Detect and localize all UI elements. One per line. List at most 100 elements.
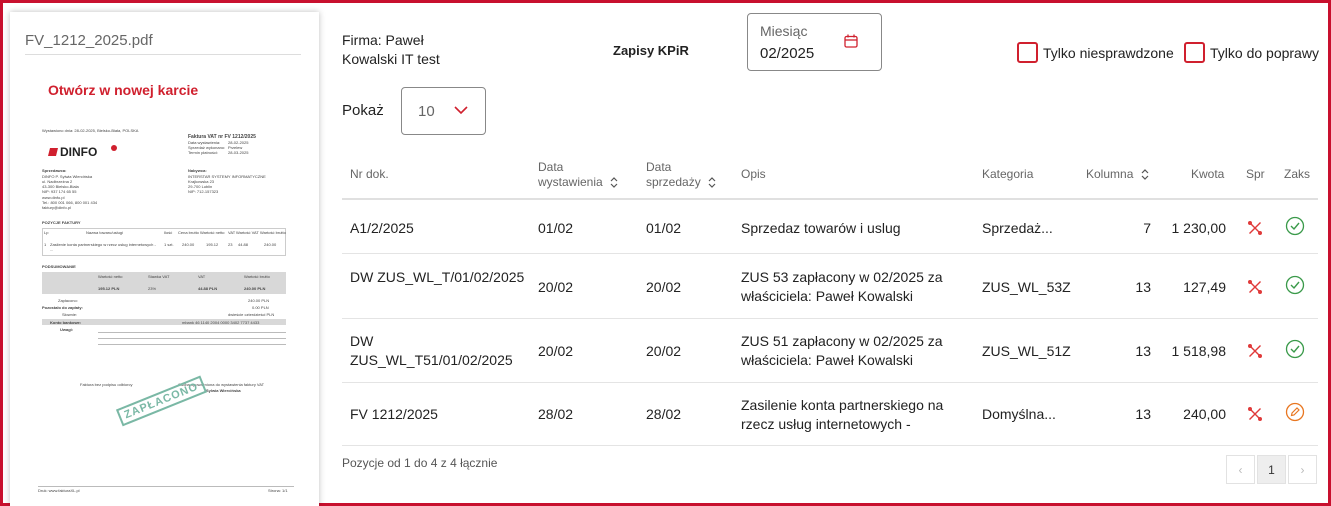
- cell-nr: A1/2/2025: [350, 220, 414, 236]
- doc-summary-val: 240.00 PLN: [244, 286, 266, 291]
- calendar-icon[interactable]: [844, 34, 858, 48]
- filter-to-fix-checkbox[interactable]: Tylko do poprawy: [1184, 42, 1319, 63]
- doc-summary-col: Wartość netto: [98, 274, 123, 279]
- page-title: Zapisy KPiR: [613, 43, 689, 58]
- cell-nr: FV 1212/2025: [350, 406, 438, 422]
- chevron-down-icon: [454, 106, 468, 115]
- cell-amount: 240,00: [1183, 406, 1226, 422]
- cell-nr: DW ZUS_WL_T51/01/02/2025: [350, 333, 513, 368]
- tools-icon[interactable]: [1247, 406, 1263, 422]
- doc-page-left: Druk: www.fakturaXL.pl: [38, 488, 80, 493]
- cell-date-issue: 01/02: [538, 220, 574, 236]
- doc-footer-left: Faktura bez podpisu odbiorcy: [80, 382, 133, 387]
- col-header-column[interactable]: Kolumna: [1086, 167, 1149, 182]
- sort-icon[interactable]: [708, 177, 716, 189]
- doc-date-due: 28-03-2025: [228, 150, 249, 155]
- doc-col: VAT: [228, 230, 236, 235]
- preview-divider: [25, 54, 301, 55]
- doc-cell: 44.88: [238, 242, 249, 247]
- filter-to-fix-label[interactable]: Tylko do poprawy: [1210, 45, 1319, 61]
- doc-summary-val: 195.12 PLN: [98, 286, 120, 291]
- month-picker[interactable]: Miesiąc 02/2025: [747, 13, 882, 71]
- doc-cell: 23: [228, 242, 233, 247]
- row-divider: [342, 318, 1318, 319]
- sort-icon[interactable]: [610, 177, 618, 189]
- pager-prev-button[interactable]: ‹: [1226, 455, 1255, 484]
- doc-cell: 240.00: [182, 242, 195, 247]
- doc-col: Lp: [44, 230, 49, 235]
- dinfo-logo: DINFO: [48, 144, 118, 160]
- cell-category: ZUS_WL_51Z: [982, 343, 1071, 359]
- doc-cell: 240.00: [264, 242, 277, 247]
- filter-unchecked-label[interactable]: Tylko niesprawdzone: [1043, 45, 1174, 61]
- doc-summary-col: Stawka VAT: [148, 274, 170, 279]
- checkbox-box[interactable]: [1017, 42, 1038, 63]
- svg-text:DINFO: DINFO: [60, 145, 97, 159]
- row-divider: [342, 253, 1318, 254]
- doc-remaining-label: Pozostało do zapłaty:: [42, 305, 83, 310]
- cell-category: Sprzedaż...: [982, 220, 1053, 236]
- doc-words: dwieście czterdzieści PLN: [228, 312, 275, 317]
- cell-date-issue: 20/02: [538, 343, 574, 359]
- check-circle-icon[interactable]: [1285, 339, 1305, 359]
- doc-buyer-line: NIP: 712-157323: [188, 189, 219, 194]
- cell-desc: Zasilenie konta partnerskiego na rzecz u…: [741, 397, 944, 432]
- doc-summary-col: Wartość brutto: [244, 274, 270, 279]
- cell-column: 13: [1135, 343, 1151, 359]
- pager-next-button[interactable]: ›: [1288, 455, 1317, 484]
- table-header-divider: [342, 198, 1318, 200]
- doc-notes-label: Uwagi:: [60, 327, 74, 332]
- doc-col: Ilość: [164, 230, 173, 235]
- cell-column: 13: [1135, 279, 1151, 295]
- month-value[interactable]: 02/2025: [760, 45, 814, 62]
- doc-items-header: POZYCJE FAKTURY: [42, 220, 81, 225]
- tools-icon[interactable]: [1247, 220, 1263, 236]
- pager-page-1-button[interactable]: 1: [1257, 455, 1286, 484]
- doc-paid: 240.00 PLN: [248, 298, 270, 303]
- cell-date-sale: 01/02: [646, 220, 682, 236]
- cell-amount: 1 518,98: [1171, 343, 1227, 359]
- checkbox-box[interactable]: [1184, 42, 1205, 63]
- check-circle-icon[interactable]: [1285, 216, 1305, 236]
- pagination-info: Pozycje od 1 do 4 z 4 łącznie: [342, 456, 498, 470]
- col-header-date-sale[interactable]: Data sprzedaży: [646, 160, 726, 190]
- cell-column: 13: [1135, 406, 1151, 422]
- sort-icon[interactable]: [1141, 169, 1149, 181]
- doc-words-label: Słownie:: [62, 312, 78, 317]
- col-header-date-issue-label: Data wystawienia: [538, 160, 603, 189]
- row-divider: [342, 445, 1318, 446]
- cell-date-sale: 28/02: [646, 406, 682, 422]
- doc-seller-label: Sprzedawca:: [42, 168, 67, 173]
- doc-issued: Wystawiono dnia: 28-02-2025, Bielsko-Bia…: [42, 128, 139, 133]
- doc-notes-line: [98, 338, 286, 339]
- col-header-amount: Kwota: [1191, 167, 1225, 181]
- col-header-column-label: Kolumna: [1086, 167, 1134, 181]
- cell-desc: Sprzedaz towarów i uslug: [741, 220, 901, 236]
- doc-seller-line: NIP: 937 174 65 55: [42, 189, 77, 194]
- tools-icon[interactable]: [1247, 279, 1263, 295]
- doc-seller-line: faktury@dinfo.pl: [42, 205, 71, 210]
- row-divider: [342, 382, 1318, 383]
- doc-paid-label: Zapłacono:: [58, 298, 78, 303]
- filter-unchecked-checkbox[interactable]: Tylko niesprawdzone: [1017, 42, 1174, 63]
- doc-footer-name: Sylwia Wiercińska: [206, 388, 241, 393]
- doc-col: Wartość brutto: [260, 230, 286, 235]
- check-circle-icon[interactable]: [1285, 275, 1305, 295]
- cell-date-sale: 20/02: [646, 343, 682, 359]
- cell-date-issue: 20/02: [538, 279, 574, 295]
- invoice-thumbnail[interactable]: Wystawiono dnia: 28-02-2025, Bielsko-Bia…: [38, 124, 300, 494]
- company-name: Firma: Paweł Kowalski IT test: [342, 32, 440, 67]
- col-header-category: Kategoria: [982, 167, 1034, 181]
- tools-icon[interactable]: [1247, 343, 1263, 359]
- col-header-status: Zaks: [1284, 167, 1311, 181]
- page-size-select[interactable]: 10: [401, 87, 486, 135]
- open-in-new-tab-link[interactable]: Otwórz w nowej karcie: [48, 82, 198, 98]
- preview-filename: FV_1212_2025.pdf: [25, 32, 153, 49]
- edit-circle-icon[interactable]: [1285, 402, 1305, 422]
- cell-date-issue: 28/02: [538, 406, 574, 422]
- doc-col: Cena brutto: [178, 230, 199, 235]
- doc-summary-val: 44.88 PLN: [198, 286, 218, 291]
- month-label: Miesiąc: [760, 23, 808, 39]
- cell-category: Domyślna...: [982, 406, 1056, 422]
- col-header-date-issue[interactable]: Data wystawienia: [538, 160, 628, 190]
